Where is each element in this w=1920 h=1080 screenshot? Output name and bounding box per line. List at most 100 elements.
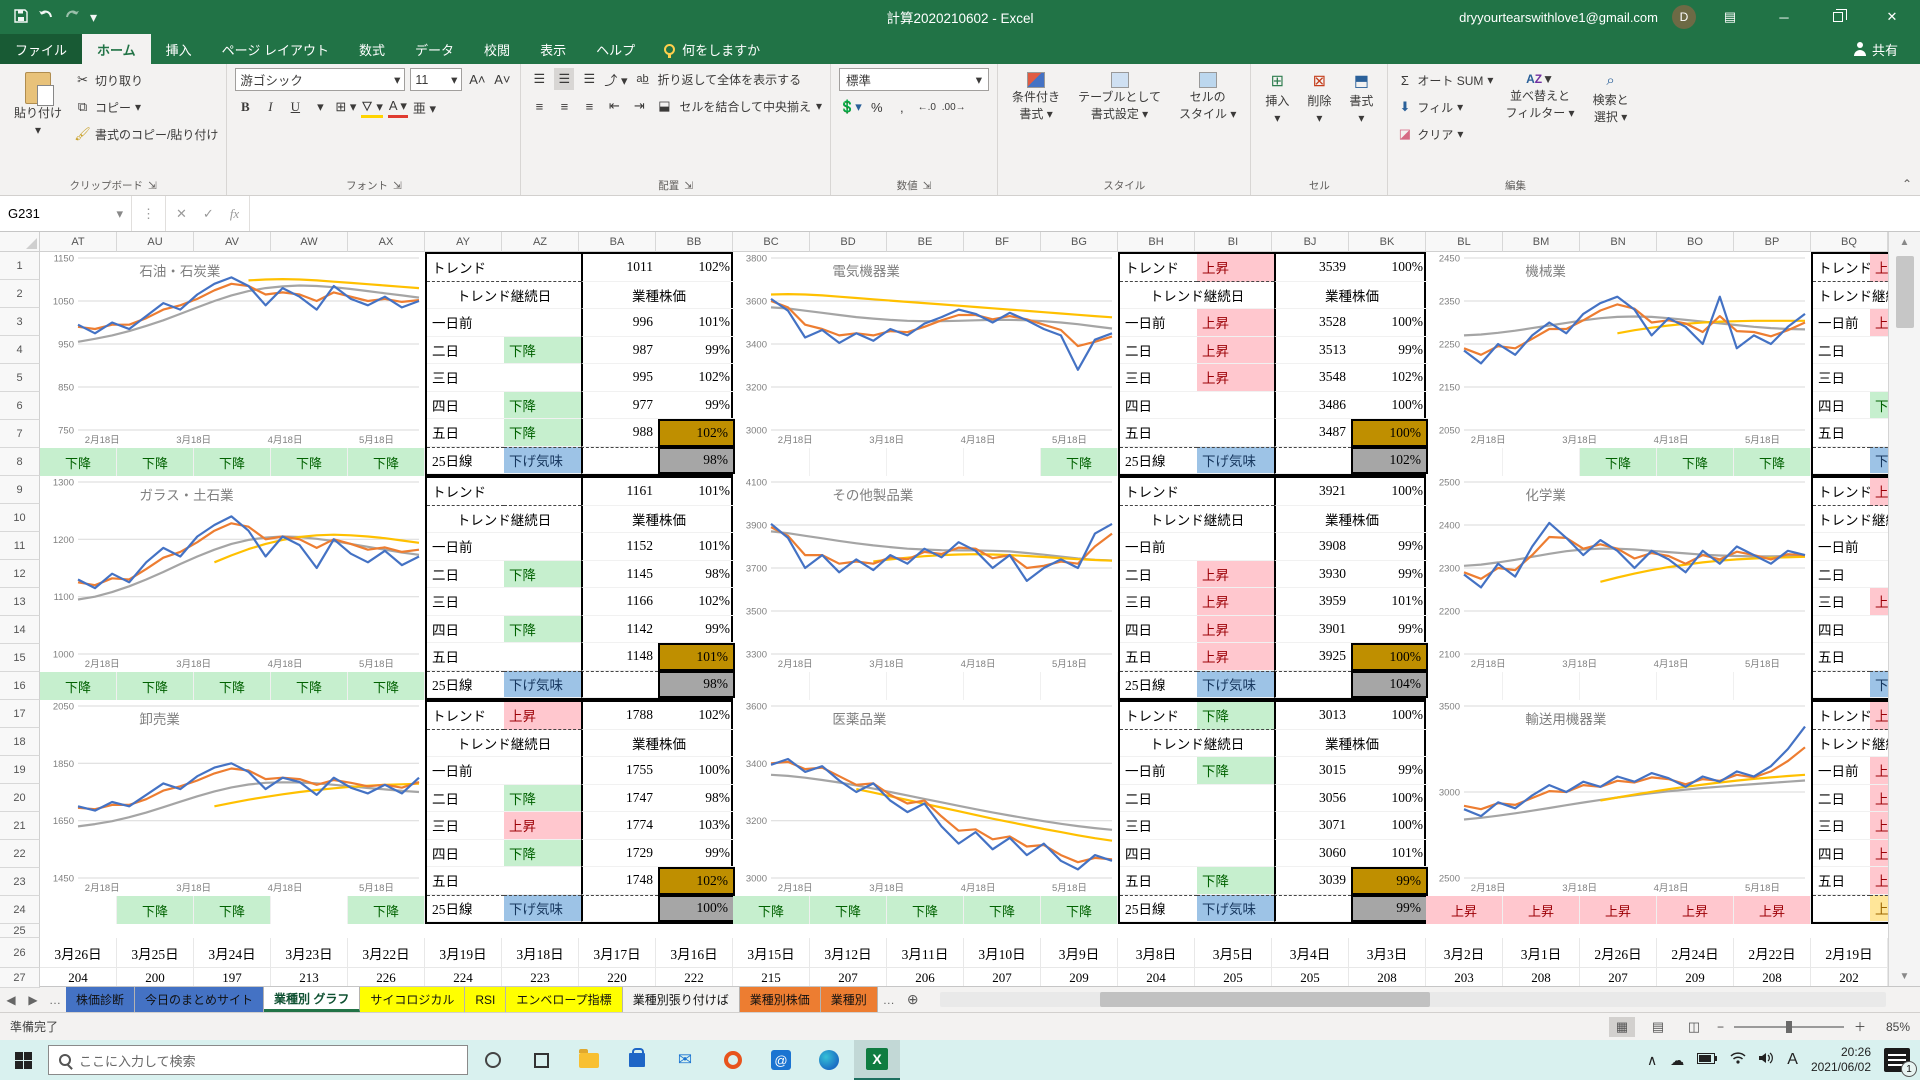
cell-day-status[interactable]: 上昇 — [504, 812, 581, 840]
cortana-button[interactable] — [470, 1040, 516, 1080]
trend-strip-cell[interactable] — [1426, 672, 1503, 700]
cell-day-status[interactable]: 上昇 — [1197, 561, 1274, 589]
cell-styles-button[interactable]: セルの スタイル ▾ — [1173, 68, 1242, 126]
cell-day-price[interactable]: 3930 — [1274, 561, 1351, 589]
cell-day-pct[interactable]: 100% — [1351, 392, 1428, 420]
trend-strip-cell[interactable] — [1657, 672, 1734, 700]
vertical-scrollbar[interactable]: ▲ ▼ — [1888, 232, 1920, 986]
trend-strip-cell[interactable]: 下降 — [194, 672, 271, 700]
trend-strip-cell[interactable] — [271, 896, 348, 924]
align-left-icon[interactable]: ≡ — [529, 95, 549, 117]
cell-day-label[interactable]: 二日 — [427, 337, 504, 365]
cell-day-pct[interactable]: 102% — [658, 419, 735, 447]
row-header[interactable]: 10 — [0, 504, 40, 532]
find-select-button[interactable]: ⌕ 検索と 選択 ▾ — [1587, 68, 1635, 129]
cell-day-price[interactable]: 996 — [581, 309, 658, 337]
cell-sector-price[interactable]: 3539 — [1274, 254, 1351, 282]
cell-ma-status[interactable]: 下げ気味 — [504, 895, 581, 923]
value-cell[interactable]: 204 — [40, 968, 117, 986]
cell-day-price[interactable]: 3908 — [1274, 533, 1351, 561]
cell-day-pct[interactable]: 101% — [1351, 840, 1428, 868]
cell-day-label[interactable]: 一日前 — [1120, 533, 1197, 561]
cell-day-status[interactable]: 下降 — [504, 419, 581, 447]
column-header[interactable]: BK — [1349, 232, 1426, 252]
value-cell[interactable]: 205 — [1272, 968, 1349, 986]
cell-day-status[interactable] — [1197, 392, 1274, 420]
date-cell[interactable]: 3月17日 — [579, 938, 656, 968]
trend-strip-cell[interactable]: 下降 — [1041, 896, 1118, 924]
cell-ma-label[interactable] — [1813, 895, 1870, 923]
trend-strip-cell[interactable] — [964, 672, 1041, 700]
cell-day-price[interactable]: 995 — [581, 364, 658, 392]
cell-day-label[interactable]: 五日 — [1120, 867, 1197, 895]
cell-day-status[interactable] — [1870, 561, 1888, 589]
trend-strip-cell[interactable] — [40, 896, 117, 924]
cell-sector-price[interactable]: 1161 — [581, 478, 658, 506]
date-cell[interactable]: 3月16日 — [656, 938, 733, 968]
trend-strip-cell[interactable]: 下降 — [810, 896, 887, 924]
cell-trend-label[interactable]: トレンド — [427, 254, 504, 282]
cell-ma-status[interactable]: 下げ気味 — [504, 447, 581, 475]
cell-day-label[interactable]: 五日 — [427, 419, 504, 447]
taskbar-clock[interactable]: 20:26 2021/06/02 — [1811, 1045, 1871, 1075]
column-header[interactable]: BO — [1657, 232, 1734, 252]
cell-day-price[interactable]: 3056 — [1274, 785, 1351, 813]
menu-tab-7[interactable]: 表示 — [525, 34, 581, 64]
autosum-button[interactable]: Σオート SUM ▾ — [1396, 68, 1493, 92]
cell-day-label[interactable]: 四日 — [1813, 392, 1870, 420]
trend-strip-cell[interactable] — [733, 448, 810, 476]
increase-decimal-icon[interactable]: ←.0 — [917, 96, 937, 118]
row-header[interactable]: 15 — [0, 644, 40, 672]
cell-price-header[interactable]: 業種株価 — [1274, 506, 1428, 534]
trend-strip-cell[interactable]: 下降 — [194, 896, 271, 924]
row-header[interactable]: 20 — [0, 784, 40, 812]
fill-color-icon[interactable]: 🜄 ▾ — [361, 96, 383, 118]
trend-strip-cell[interactable] — [810, 672, 887, 700]
email-app-button[interactable]: @ — [758, 1040, 804, 1080]
cell-day-status[interactable] — [504, 309, 581, 337]
cell-day-status[interactable]: 下降 — [504, 785, 581, 813]
date-cell[interactable]: 2月19日 — [1811, 938, 1888, 968]
cell-day-label[interactable]: 四日 — [427, 840, 504, 868]
cell-day-price[interactable]: 3060 — [1274, 840, 1351, 868]
trend-strip-cell[interactable]: 下降 — [117, 448, 194, 476]
borders-icon[interactable]: ⊞ ▾ — [335, 96, 356, 118]
cell-day-label[interactable]: 四日 — [427, 392, 504, 420]
cell-day-status[interactable] — [1870, 533, 1888, 561]
cell-ma-status[interactable]: 下げ気味 — [1197, 447, 1274, 475]
trend-strip-cell[interactable] — [1041, 672, 1118, 700]
cell-ma-pct[interactable]: 104% — [1351, 671, 1428, 699]
cell-day-label[interactable]: 三日 — [427, 588, 504, 616]
value-cell[interactable]: 213 — [271, 968, 348, 986]
trend-strip-cell[interactable]: 下降 — [348, 896, 425, 924]
comma-icon[interactable]: , — [892, 96, 912, 118]
date-cell[interactable]: 3月18日 — [502, 938, 579, 968]
value-cell[interactable]: 208 — [1349, 968, 1426, 986]
cell-day-status[interactable]: 下降 — [504, 392, 581, 420]
cell-sector-pct[interactable]: 102% — [658, 702, 735, 730]
decrease-indent-icon[interactable]: ⇤ — [604, 95, 624, 117]
cell-day-pct[interactable]: 100% — [1351, 785, 1428, 813]
embedded-chart[interactable]: 13001200110010002月18日3月18日4月18日5月18日ガラス・… — [40, 476, 425, 672]
cell-day-pct[interactable]: 100% — [1351, 419, 1428, 447]
trend-strip-cell[interactable]: 下降 — [1657, 448, 1734, 476]
cell-day-price[interactable]: 1166 — [581, 588, 658, 616]
cell-ma-blank[interactable] — [1274, 671, 1351, 699]
cell-ma-pct[interactable]: 99% — [1351, 895, 1428, 923]
cell-day-pct[interactable]: 101% — [658, 533, 735, 561]
cell-day-price[interactable]: 1148 — [581, 643, 658, 671]
cell-day-status[interactable] — [1870, 337, 1888, 365]
cell-ma-blank[interactable] — [1274, 895, 1351, 923]
cell-day-pct[interactable]: 100% — [1351, 812, 1428, 840]
cell-day-label[interactable]: 二日 — [1813, 561, 1870, 589]
trend-strip-cell[interactable] — [1503, 672, 1580, 700]
cell-cont-header[interactable]: トレンド継続日 — [427, 730, 581, 758]
embedded-chart[interactable]: 245023502250215020502月18日3月18日4月18日5月18日… — [1426, 252, 1811, 448]
task-view-button[interactable] — [518, 1040, 564, 1080]
vertical-scroll-thumb[interactable] — [1896, 256, 1914, 328]
cell-day-status[interactable] — [504, 643, 581, 671]
date-cell[interactable]: 3月1日 — [1503, 938, 1580, 968]
cell-day-label[interactable]: 五日 — [1813, 419, 1870, 447]
value-cell[interactable]: 203 — [1426, 968, 1503, 986]
cell-sector-pct[interactable]: 100% — [1351, 478, 1428, 506]
